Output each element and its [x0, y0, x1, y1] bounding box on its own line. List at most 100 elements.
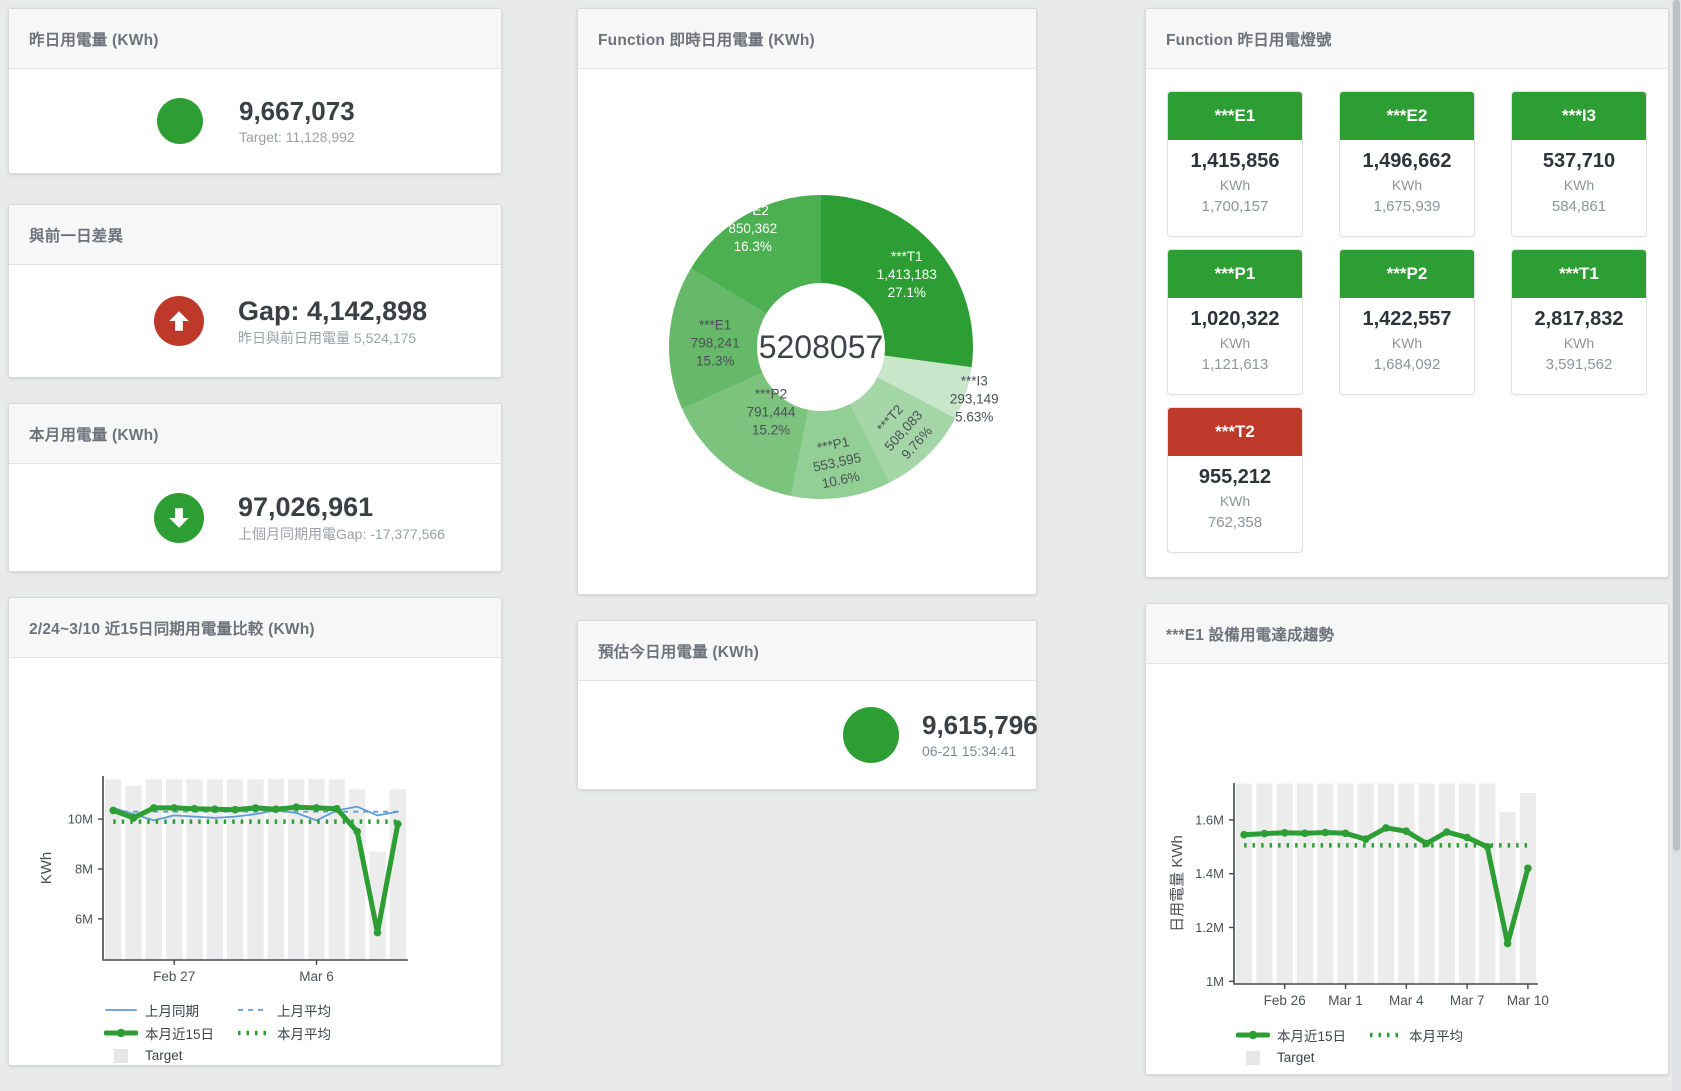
panel-title: 本月用電量 (KWh) [29, 423, 159, 445]
data-point [211, 805, 219, 813]
scrollbar-thumb[interactable] [1673, 0, 1680, 851]
panel-title-bar: 昨日用電量 (KWh) [9, 9, 501, 69]
legend-label: 本月平均 [277, 1023, 331, 1043]
target-bar [1459, 784, 1475, 985]
tile-unit: KWh [1168, 335, 1302, 351]
x-tick-label: Mar 4 [1389, 993, 1424, 1008]
stat-value: Gap: 4,142,898 [238, 296, 427, 327]
y-tick-label: 1.2M [1195, 920, 1224, 935]
panel-title: ***E1 設備用電達成趨勢 [1166, 623, 1334, 645]
panel-title-bar: 與前一日差異 [9, 205, 501, 265]
x-tick-label: Mar 10 [1507, 993, 1549, 1008]
stat-subtitle: 昨日與前日用電量 5,524,175 [238, 330, 427, 346]
data-point [374, 929, 382, 937]
legend-swatch-line [236, 1003, 270, 1017]
stat-value: 9,615,796 [922, 711, 1038, 741]
status-tile-p1: ***P1 1,020,322 KWh 1,121,613 [1167, 249, 1303, 395]
status-tile-header: ***T2 [1168, 408, 1302, 456]
data-point [1403, 827, 1411, 835]
legend-item[interactable]: 本月近15日 [1236, 1025, 1368, 1045]
data-point [1240, 831, 1248, 839]
y-axis-label: KWh [38, 852, 55, 885]
legend-item[interactable]: 上月同期 [104, 1000, 236, 1020]
tile-value: 1,496,662 [1340, 150, 1474, 173]
legend-label: 本月近15日 [145, 1023, 214, 1043]
legend-item[interactable]: 上月平均 [236, 1000, 368, 1020]
stat-subtitle: 上個月同期用電Gap: -17,377,566 [238, 526, 445, 542]
y-tick-label: 8M [75, 862, 93, 877]
legend-item[interactable]: Target [1236, 1050, 1368, 1065]
tile-target: 1,684,092 [1340, 356, 1474, 373]
legend-label: 本月近15日 [1277, 1025, 1346, 1045]
data-point [1301, 830, 1309, 838]
panel-15day-comparison-chart: 2/24~3/10 近15日同期用電量比較 (KWh) 6M8M10MFeb 2… [8, 597, 502, 1066]
data-point [272, 805, 280, 813]
target-bar [390, 789, 406, 960]
y-tick-label: 1.4M [1195, 866, 1224, 881]
panel-title-bar: ***E1 設備用電達成趨勢 [1146, 604, 1668, 664]
target-bar [349, 789, 365, 960]
data-point [170, 804, 178, 812]
tile-target: 1,700,157 [1168, 198, 1302, 215]
legend-item[interactable]: Target [104, 1048, 236, 1063]
panel-title-bar: Function 昨日用電燈號 [1146, 9, 1668, 69]
down-arrow-icon [166, 505, 192, 531]
y-axis-label: 日用電量 KWh [1169, 835, 1186, 932]
data-point [1261, 830, 1269, 838]
page-scrollbar[interactable] [1672, 0, 1681, 1091]
target-bar [1439, 784, 1455, 985]
data-point [109, 807, 117, 815]
data-point [1504, 940, 1512, 948]
status-tile-t2: ***T2 955,212 KWh 762,358 [1167, 407, 1303, 553]
tile-target: 1,121,613 [1168, 356, 1302, 373]
data-point [333, 805, 341, 813]
status-tile-header: ***P2 [1340, 250, 1474, 298]
y-tick-label: 6M [75, 911, 93, 926]
legend-swatch-line [1236, 1028, 1270, 1042]
stat-value: 97,026,961 [238, 492, 445, 523]
legend-item[interactable]: 本月平均 [1368, 1025, 1500, 1045]
legend-swatch-line [236, 1026, 270, 1040]
tile-unit: KWh [1512, 335, 1646, 351]
tile-value: 2,817,832 [1512, 308, 1646, 331]
data-point [1524, 865, 1532, 873]
target-bar [1256, 784, 1272, 985]
target-bar [1378, 784, 1394, 985]
target-bar [1236, 784, 1252, 985]
status-circle [154, 296, 204, 346]
target-bar [1297, 784, 1313, 985]
panel-title-bar: Function 即時日用電量 (KWh) [578, 9, 1036, 69]
data-point [353, 828, 361, 836]
legend-swatch-line [104, 1003, 138, 1017]
panel-e1-trend-chart: ***E1 設備用電達成趨勢 1M1.2M1.4M1.6MFeb 26Mar 1… [1145, 603, 1669, 1075]
panel-title-bar: 預估今日用電量 (KWh) [578, 621, 1036, 681]
panel-title: 與前一日差異 [29, 224, 123, 246]
data-point [292, 803, 300, 811]
data-point [1362, 835, 1370, 843]
legend-item[interactable]: 本月平均 [236, 1023, 368, 1043]
x-tick-label: Mar 6 [299, 969, 334, 984]
x-tick-label: Feb 27 [153, 969, 195, 984]
tile-unit: KWh [1168, 177, 1302, 193]
stat-subtitle: Target: 11,128,992 [239, 129, 355, 145]
legend-swatch-bar [104, 1049, 138, 1063]
chart-legend: 本月近15日 本月平均Target [1236, 1023, 1668, 1069]
status-tiles-grid: ***E1 1,415,856 KWh 1,700,157 ***E2 1,49… [1146, 69, 1668, 553]
stat-timestamp: 06-21 15:34:41 [922, 743, 1038, 759]
panel-title: 昨日用電量 (KWh) [29, 28, 159, 50]
legend-label: 上月平均 [277, 1000, 331, 1020]
tile-value: 537,710 [1512, 150, 1646, 173]
panel-title: 2/24~3/10 近15日同期用電量比較 (KWh) [29, 617, 315, 639]
panel-title: Function 即時日用電量 (KWh) [598, 28, 815, 50]
target-bar [1358, 784, 1374, 985]
panel-title-bar: 本月用電量 (KWh) [9, 404, 501, 464]
legend-item[interactable]: 本月近15日 [104, 1023, 236, 1043]
status-tile-p2: ***P2 1,422,557 KWh 1,684,092 [1339, 249, 1475, 395]
data-point [150, 804, 158, 812]
donut-center-total: 5208057 [759, 329, 884, 365]
data-point [1484, 843, 1492, 851]
panel-title-bar: 2/24~3/10 近15日同期用電量比較 (KWh) [9, 598, 501, 658]
tile-target: 584,861 [1512, 198, 1646, 215]
x-tick-label: Mar 7 [1450, 993, 1485, 1008]
target-bar [105, 779, 121, 960]
